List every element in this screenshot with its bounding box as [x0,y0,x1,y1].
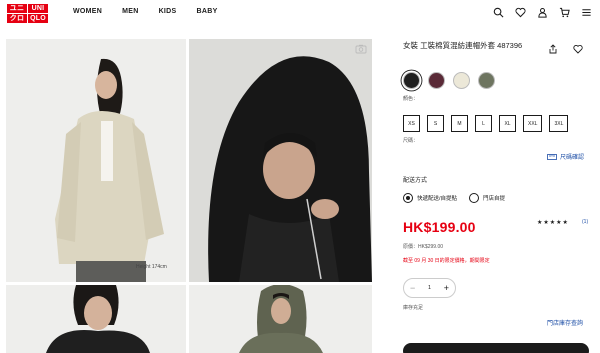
quantity-value: 1 [427,285,432,291]
search-icon[interactable] [493,7,504,18]
favorite-heart-icon[interactable] [573,44,583,54]
review-count[interactable]: (1) [582,219,588,225]
size-button-3xl[interactable]: 3XL [549,115,569,132]
product-title: 女裝 工裝棉質混紡連帽外套 487396 [403,41,523,50]
size-guide-label: 尺碼確認 [560,155,585,161]
logo-cell: UNI [28,4,48,13]
site-header: ユニ UNI クロ QLO WOMEN MEN KIDS BABY [0,0,600,28]
logo-cell: クロ [7,14,27,23]
main-nav: WOMEN MEN KIDS BABY [73,8,238,15]
decrease-button[interactable]: − [410,283,415,293]
add-to-cart-button[interactable] [403,343,589,353]
menu-icon[interactable] [581,7,592,18]
color-swatch-4[interactable] [478,72,495,89]
nav-baby[interactable]: BABY [197,8,218,15]
delivery-option-label: 門店自提 [483,196,506,202]
camera-icon[interactable] [355,44,367,54]
color-swatch-2[interactable] [428,72,445,89]
logo-cell: QLO [28,14,48,23]
store-stock-link[interactable]: 門店庫存查詢 [547,318,583,327]
rating-stars[interactable]: ★★★★★ [537,219,569,226]
delivery-options: 快遞配送/自提點 門店自提 [403,193,505,203]
product-photo-model-olive[interactable] [189,285,372,353]
uniqlo-logo[interactable]: ユニ UNI クロ QLO [7,4,48,23]
stock-status: 庫存充足 [403,305,424,311]
size-label: 尺碼： [403,138,419,144]
cart-icon[interactable] [559,7,570,18]
size-button-s[interactable]: S [427,115,444,132]
nav-women[interactable]: WOMEN [73,8,102,15]
promo-notice: 截至 09 月 30 日的限定價格，期間限定 [403,258,490,264]
quantity-stepper: − 1 + [403,278,456,298]
share-icon[interactable] [548,44,558,54]
ruler-icon [547,153,557,160]
color-swatches [403,72,495,89]
logo-cell: ユニ [7,4,27,13]
header-icons [493,7,592,18]
heart-icon[interactable] [515,7,526,18]
radio-unselected[interactable] [469,193,480,203]
account-icon[interactable] [537,7,548,18]
color-swatch-3[interactable] [453,72,470,89]
size-button-l[interactable]: L [475,115,492,132]
sale-price: HK$199.00 [403,219,476,235]
size-button-xl[interactable]: XL [499,115,516,132]
delivery-label: 配送方式 [403,178,428,184]
size-guide-link[interactable]: 尺碼確認 [547,152,584,161]
radio-selected[interactable] [403,193,413,203]
size-options: XS S M L XL XXL 3XL [403,115,569,132]
model-height-caption: Height 174cm [136,264,167,270]
original-price: 原價：HK$299.00 [403,244,444,250]
nav-kids[interactable]: KIDS [159,8,177,15]
size-button-xs[interactable]: XS [403,115,420,132]
increase-button[interactable]: + [444,283,449,293]
color-swatch-1[interactable] [403,72,420,89]
nav-men[interactable]: MEN [122,8,138,15]
delivery-option-courier[interactable]: 快遞配送/自提點 [403,193,457,203]
product-photo-model-dark[interactable] [6,285,186,353]
delivery-option-label: 快遞配送/自提點 [417,196,458,202]
product-photo-hood[interactable] [189,39,372,282]
product-photo-front[interactable] [6,39,186,282]
delivery-option-store-pickup[interactable]: 門店自提 [469,193,505,203]
size-button-xxl[interactable]: XXL [523,115,543,132]
size-button-m[interactable]: M [451,115,468,132]
color-label: 顏色： [403,96,419,102]
